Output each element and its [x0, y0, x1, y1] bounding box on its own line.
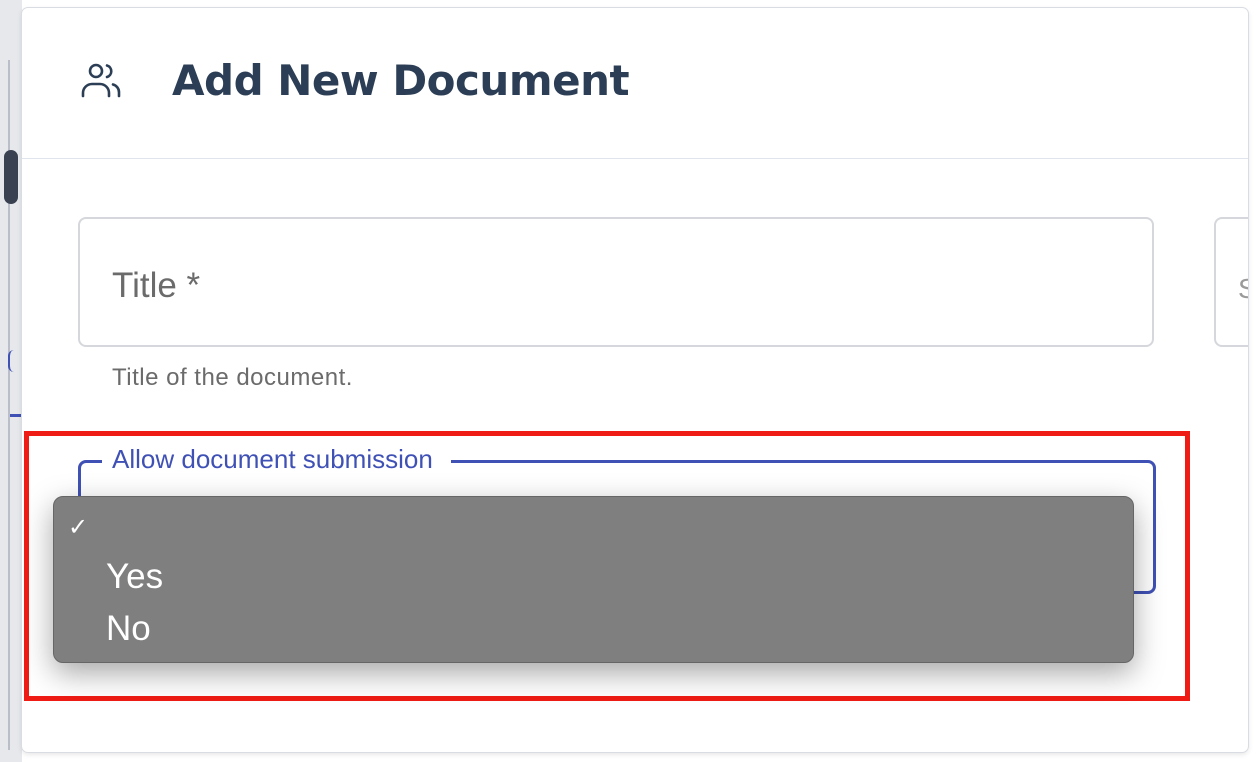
submission-select-label: Allow document submission [102, 444, 451, 475]
dropdown-option-yes[interactable]: Yes [54, 549, 1133, 599]
background-page [0, 0, 22, 762]
background-tab-indicator [8, 350, 20, 372]
background-avatar [4, 150, 18, 204]
secondary-input-placeholder: S [1238, 273, 1248, 304]
people-icon [81, 63, 121, 98]
dialog-header: Add New Document [22, 8, 1248, 159]
submission-dropdown-menu: ✓ Yes No [53, 496, 1134, 663]
title-helper-text: Title of the document. [112, 364, 353, 391]
screenshot-frame: Add New Document Title * Title of the do… [0, 0, 1259, 762]
dropdown-option-label: Yes [106, 557, 164, 596]
background-active-tab [10, 414, 22, 417]
title-input[interactable]: Title * [78, 217, 1154, 347]
check-icon: ✓ [68, 513, 89, 541]
secondary-input[interactable]: S [1214, 217, 1248, 347]
dropdown-option-label: No [106, 609, 151, 648]
dialog-title: Add New Document [172, 56, 630, 105]
dropdown-option-empty[interactable]: ✓ [54, 503, 1133, 553]
add-document-dialog: Add New Document Title * Title of the do… [22, 8, 1248, 752]
dropdown-option-no[interactable]: No [54, 601, 1133, 651]
title-input-placeholder: Title * [112, 266, 201, 305]
